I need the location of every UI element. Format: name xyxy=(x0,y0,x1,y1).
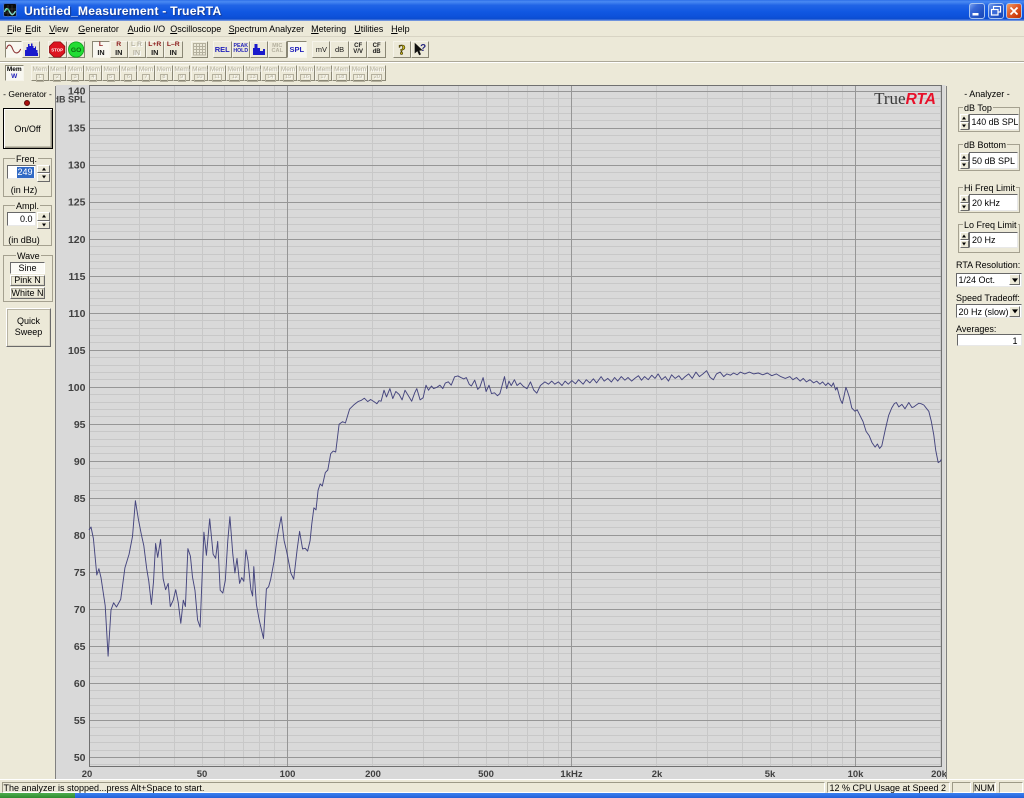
svg-text:10k: 10k xyxy=(848,769,865,779)
svg-text:200: 200 xyxy=(365,769,381,779)
svg-text:75: 75 xyxy=(74,567,86,579)
svg-text:55: 55 xyxy=(74,715,86,727)
svg-text:65: 65 xyxy=(74,641,86,653)
svg-text:500: 500 xyxy=(478,769,494,779)
svg-text:50: 50 xyxy=(197,769,208,779)
svg-text:1kHz: 1kHz xyxy=(560,769,582,779)
svg-text:?: ? xyxy=(398,42,406,58)
svg-text:2k: 2k xyxy=(652,769,663,779)
svg-text:60: 60 xyxy=(74,678,86,690)
svg-text:5k: 5k xyxy=(765,769,776,779)
svg-text:125: 125 xyxy=(68,197,86,209)
svg-text:50: 50 xyxy=(74,752,86,764)
svg-text:85: 85 xyxy=(74,493,86,505)
svg-text:100: 100 xyxy=(68,382,86,394)
svg-text:20: 20 xyxy=(82,769,93,779)
svg-text:80: 80 xyxy=(74,530,86,542)
svg-text:?: ? xyxy=(421,43,427,54)
svg-text:110: 110 xyxy=(69,308,86,320)
svg-text:STOP: STOP xyxy=(52,47,64,52)
svg-text:GO: GO xyxy=(71,47,81,54)
svg-text:115: 115 xyxy=(69,271,86,283)
svg-text:120: 120 xyxy=(68,234,86,246)
svg-text:70: 70 xyxy=(74,604,86,616)
svg-text:100: 100 xyxy=(280,769,296,779)
svg-text:TrueRTA: TrueRTA xyxy=(874,89,936,108)
svg-text:90: 90 xyxy=(74,456,86,468)
svg-text:135: 135 xyxy=(68,123,86,135)
svg-text:105: 105 xyxy=(68,345,86,357)
svg-text:95: 95 xyxy=(74,419,86,431)
svg-text:dB SPL: dB SPL xyxy=(56,95,86,105)
svg-text:130: 130 xyxy=(68,160,86,172)
